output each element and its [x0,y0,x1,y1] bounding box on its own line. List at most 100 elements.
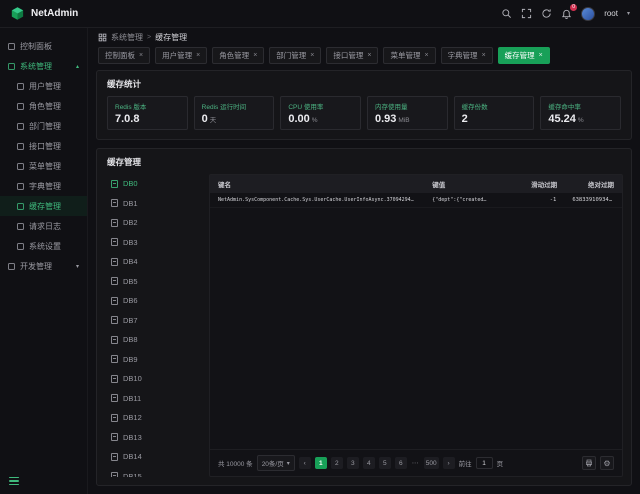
db-list-item[interactable]: DB10 [105,369,201,389]
tab-label: 控制面板 [105,50,135,61]
tab-departments[interactable]: 部门管理× [269,47,321,64]
sidebar-item-label: 部门管理 [29,121,61,132]
user-menu-chevron-down-icon[interactable]: ▾ [627,10,630,17]
page-size-label: 20条/页 [262,458,284,468]
column-key-value: 键值 [424,175,523,193]
search-icon[interactable] [501,8,512,19]
sidebar-item-users[interactable]: 用户管理 [0,76,87,96]
dictionary-icon [17,183,24,190]
close-icon[interactable]: × [310,52,314,59]
stat-value: 45.24% [548,113,613,125]
avatar[interactable] [581,7,595,21]
database-icon [111,375,118,383]
db-list-item[interactable]: DB5 [105,272,201,292]
sidebar-item-settings[interactable]: 系统设置 [0,236,87,256]
sidebar-item-request-logs[interactable]: 请求日志 [0,216,87,236]
sidebar-item-dictionaries[interactable]: 字典管理 [0,176,87,196]
stat-value: 2 [462,113,527,125]
username[interactable]: root [604,9,618,18]
db-list-item[interactable]: DB11 [105,389,201,409]
pagination-page-button[interactable]: 5 [379,457,391,469]
table-header-row: 键名 键值 滑动过期 绝对过期 [210,175,622,193]
db-list-item[interactable]: DB14 [105,447,201,467]
tab-users[interactable]: 用户管理× [155,47,207,64]
notification-bell-icon[interactable]: 0 [561,8,572,19]
grid-icon [98,33,107,42]
sidebar-item-dashboard[interactable]: 控制面板 [0,36,87,56]
pagination-page-button[interactable]: 4 [363,457,375,469]
database-icon [111,219,118,227]
db-list-item[interactable]: DB9 [105,350,201,370]
tab-dashboard[interactable]: 控制面板 × [98,47,150,64]
db-list-item[interactable]: DB12 [105,408,201,428]
page-size-select[interactable]: 20条/页 ▾ [257,455,295,471]
db-list-item[interactable]: DB13 [105,428,201,448]
chevron-down-icon: ▾ [287,460,290,467]
close-icon[interactable]: × [367,52,371,59]
db-list-item[interactable]: DB15 [105,467,201,478]
pagination-prev-button[interactable]: ‹ [299,457,311,469]
sidebar-item-label: 字典管理 [29,181,61,192]
db-list-item[interactable]: DB8 [105,330,201,350]
db-list-item[interactable]: DB6 [105,291,201,311]
app-title: NetAdmin [31,8,78,19]
close-icon[interactable]: × [539,52,543,59]
stat-value: 0天 [202,113,267,125]
db-list-item[interactable]: DB4 [105,252,201,272]
pagination-page-button[interactable]: 6 [395,457,407,469]
tab-cache[interactable]: 缓存管理× [498,47,550,64]
db-list-item[interactable]: DB0 [105,174,201,194]
sidebar-item-cache[interactable]: 缓存管理 [0,196,87,216]
pagination-next-button[interactable]: › [443,457,455,469]
db-list-item[interactable]: DB3 [105,233,201,253]
pagination-page-button[interactable]: 3 [347,457,359,469]
close-icon[interactable]: × [253,52,257,59]
close-icon[interactable]: × [424,52,428,59]
pagination-total: 共 10000 条 [218,458,253,468]
db-list-item[interactable]: DB2 [105,213,201,233]
tab-apis[interactable]: 接口管理× [326,47,378,64]
sidebar-item-apis[interactable]: 接口管理 [0,136,87,156]
pagination-goto-label: 前往 [459,458,472,468]
chevron-down-icon: ▾ [76,263,79,270]
sidebar-item-roles[interactable]: 角色管理 [0,96,87,116]
close-icon[interactable]: × [196,52,200,59]
print-button[interactable] [582,456,596,470]
sidebar-collapse-button[interactable] [9,475,22,487]
sidebar-item-label: 开发管理 [20,261,52,272]
database-list: DB0 DB1 DB2 DB3 DB4 DB5 DB6 DB7 DB8 DB9 … [105,174,201,477]
stat-cache-count: 缓存份数 2 [454,96,535,130]
table-row[interactable]: NetAdmin.SysComponent.Cache.Sys.UserCach… [210,193,622,208]
pagination-page-button[interactable]: 1 [315,457,327,469]
refresh-icon[interactable] [541,8,552,19]
stat-label: CPU 使用率 [288,101,353,111]
tab-label: 字典管理 [448,50,478,61]
fullscreen-icon[interactable] [521,8,532,19]
sidebar-item-departments[interactable]: 部门管理 [0,116,87,136]
stat-redis-version: Redis 版本 7.0.8 [107,96,188,130]
close-icon[interactable]: × [482,52,486,59]
tab-menus[interactable]: 菜单管理× [383,47,435,64]
sidebar-item-label: 系统管理 [20,61,52,72]
pagination-page-button[interactable]: 500 [424,457,439,469]
stat-hit-rate: 缓存命中率 45.24% [540,96,621,130]
sidebar-item-system[interactable]: 系统管理 ▴ [0,56,87,76]
close-icon[interactable]: × [139,52,143,59]
breadcrumb-item[interactable]: 系统管理 [111,32,143,43]
stat-label: Redis 运行时间 [202,101,267,111]
pagination-goto-input[interactable] [476,457,493,469]
gear-icon [8,63,15,70]
db-list-item[interactable]: DB1 [105,194,201,214]
cache-stats-card: 缓存统计 Redis 版本 7.0.8 Redis 运行时间 0天 CPU 使用… [96,70,632,140]
db-list-item[interactable]: DB7 [105,311,201,331]
tab-roles[interactable]: 角色管理× [212,47,264,64]
api-icon [17,143,24,150]
app-header: NetAdmin 0 root ▾ [0,0,640,28]
sidebar-item-dev[interactable]: 开发管理 ▾ [0,256,87,276]
tab-dictionaries[interactable]: 字典管理 × [441,47,493,64]
table-settings-gear-icon[interactable]: ⚙ [600,456,614,470]
sidebar-item-label: 控制面板 [20,41,52,52]
pagination-page-button[interactable]: 2 [331,457,343,469]
stat-label: Redis 版本 [115,101,180,111]
sidebar-item-menus[interactable]: 菜单管理 [0,156,87,176]
